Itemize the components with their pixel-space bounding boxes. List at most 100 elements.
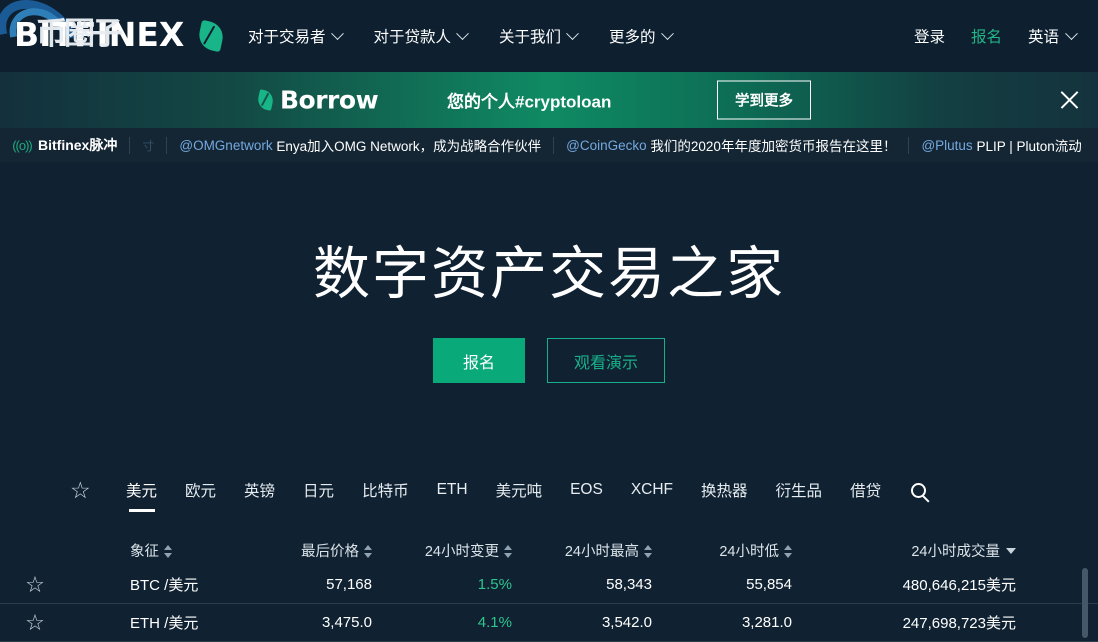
learn-more-button[interactable]: 学到更多 [717,80,811,120]
chevron-down-icon [566,26,579,40]
ticker-text: Enya加入OMG Network，成为战略合作伙伴 [276,139,542,154]
column-label: 24小时最高 [564,543,639,560]
news-ticker: ((o)) Bitfinex脉冲 寸 @OMGnetwork Enya加入OMG… [0,128,1098,162]
tab-label: 英镑 [244,483,276,500]
sort-desc-icon [1006,547,1016,554]
tab-btc[interactable]: 比特币 [348,466,423,514]
table-header-row: 象征 最后价格 24小时变更 24小时最高 24小时低 24小时成交量 [0,534,1098,566]
tab-gbp[interactable]: 英镑 [230,466,289,514]
table-row[interactable]: ☆ ETH /美元 3,475.0 4.1% 3,542.0 3,281.0 2… [0,604,1098,642]
tab-ust[interactable]: 美元吨 [482,466,557,514]
market-tabs: ☆ 美元 欧元 英镑 日元 比特币 ETH 美元吨 EOS XCHF 换热器 衍… [0,466,1098,514]
leaf-icon [196,19,226,53]
cell-last-price: 3,475.0 [321,614,372,631]
ticker-handle[interactable]: @OMGnetwork [179,138,272,153]
favorites-tab[interactable]: ☆ [70,479,92,502]
sort-icon [364,544,372,558]
cell-symbol: ETH /美元 [130,615,199,632]
table-header-change-24h[interactable]: 24小时变更 [372,540,512,561]
tab-label: 换热器 [701,483,748,500]
tab-label: 美元吨 [495,483,543,500]
ticker-tiny-mark: 寸 [142,138,155,153]
cell-change-24h: 4.1% [477,614,512,631]
star-icon: ☆ [25,609,45,635]
ticker-handle[interactable]: @Plutus [921,138,972,153]
star-icon: ☆ [25,571,45,597]
tab-usd[interactable]: 美元 [112,466,171,514]
watch-demo-button[interactable]: 观看演示 [547,338,666,383]
promo-banner: Borrow 您的个人#cryptoloan 学到更多 [0,72,1098,128]
ticker-text: 我们的2020年年度加密货币报告在这里！ [650,139,897,154]
login-button[interactable]: 登录 [901,25,958,47]
tab-eur[interactable]: 欧元 [171,466,230,514]
cell-low-24h: 55,854 [746,576,792,593]
leaf-icon [256,89,275,111]
tab-exchanger[interactable]: 换热器 [687,466,762,514]
tab-jpy[interactable]: 日元 [289,466,348,514]
divider [166,136,168,154]
chevron-down-icon [330,26,344,40]
nav-item-more[interactable]: 更多的 [593,0,688,72]
header-actions: 登录 报名 英语 [901,25,1098,47]
table-header-last-price[interactable]: 最后价格 [232,540,372,561]
ticker-handle[interactable]: @CoinGecko [566,138,647,153]
cell-symbol: BTC /美元 [130,577,199,594]
tab-label: 美元 [126,483,158,500]
cell-high-24h: 58,343 [606,576,652,593]
hero-section: 数字资产交易之家 报名 观看演示 [0,162,1098,442]
favorite-toggle[interactable]: ☆ [0,571,70,597]
tab-label: 衍生品 [775,483,823,500]
nav-item-for-lenders[interactable]: 对于贷款人 [358,0,484,72]
close-icon[interactable] [1052,83,1086,117]
tab-label: 欧元 [185,483,217,500]
promo-brand-label: Borrow [280,85,379,115]
nav-item-label: 更多的 [609,29,656,46]
column-label: 象征 [130,543,159,560]
language-label: 英语 [1027,29,1059,46]
site-logo[interactable]: BITFINEX 币圈子 [0,0,232,87]
divider [553,136,555,154]
cell-volume-24h: 247,698,723美元 [902,615,1016,632]
chevron-down-icon [456,26,469,40]
language-selector[interactable]: 英语 [1015,25,1080,47]
column-label: 最后价格 [301,543,359,560]
page-title: 数字资产交易之家 [313,242,785,306]
cell-low-24h: 3,281.0 [741,614,792,631]
broadcast-icon: ((o)) [12,137,33,153]
tab-label: 借贷 [850,483,882,500]
nav-item-for-traders[interactable]: 对于交易者 [232,0,358,72]
divider [129,136,131,154]
sort-icon [644,544,652,558]
cell-volume-24h: 480,646,215美元 [902,577,1016,594]
divider [908,136,910,154]
chevron-down-icon [1065,26,1078,40]
tab-lending[interactable]: 借贷 [836,466,895,514]
promo-tagline: 您的个人#cryptoloan [447,92,612,112]
tab-xchf[interactable]: XCHF [617,466,687,514]
ticker-text: PLIP | Pluton流动 [976,139,1082,154]
signup-button[interactable]: 报名 [958,25,1015,47]
tab-derivatives[interactable]: 衍生品 [762,466,837,514]
tab-eth[interactable]: ETH [423,466,482,514]
market-table: 象征 最后价格 24小时变更 24小时最高 24小时低 24小时成交量 ☆ BT… [0,534,1098,642]
nav-item-about-us[interactable]: 关于我们 [483,0,593,72]
column-label: 24小时低 [719,543,779,560]
nav-item-label: 对于贷款人 [373,29,452,46]
tab-eos[interactable]: EOS [556,466,617,514]
table-row[interactable]: ☆ BTC /美元 57,168 1.5% 58,343 55,854 480,… [0,566,1098,604]
table-header-high-24h[interactable]: 24小时最高 [512,540,652,561]
table-scrollbar[interactable] [1082,568,1088,638]
signup-button[interactable]: 报名 [432,338,525,383]
table-header-low-24h[interactable]: 24小时低 [652,540,792,561]
favorite-toggle[interactable]: ☆ [0,609,70,635]
sort-icon [784,544,792,558]
logo-overlay-chinese: 币圈子 [36,16,123,51]
table-header-volume-24h[interactable]: 24小时成交量 [792,540,1098,561]
sort-icon [504,544,512,558]
search-icon[interactable] [895,482,942,498]
cell-high-24h: 3,542.0 [601,614,652,631]
tab-label: EOS [570,481,603,498]
chevron-down-icon [660,26,674,40]
nav-item-label: 关于我们 [499,29,562,46]
table-header-symbol[interactable]: 象征 [70,540,232,561]
